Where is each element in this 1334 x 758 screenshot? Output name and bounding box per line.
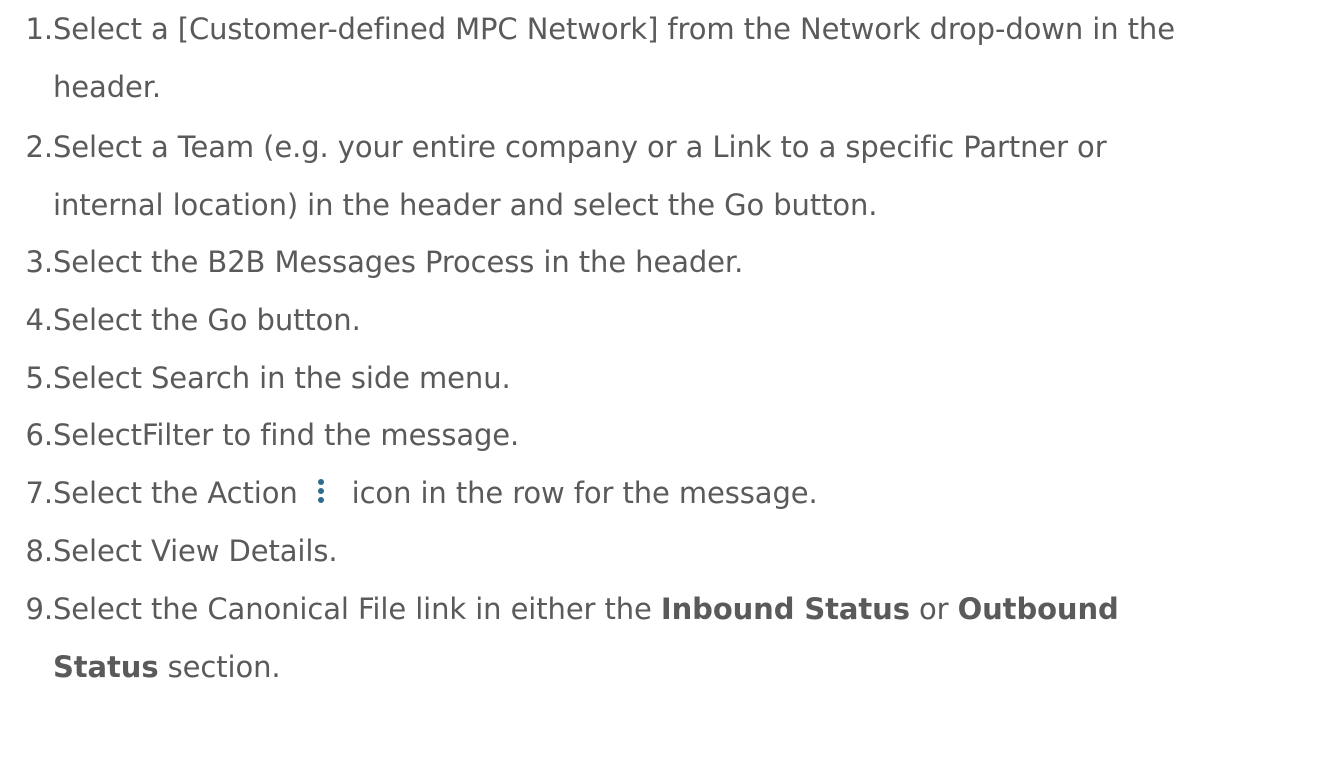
step-7: 7. Select the Action icon in the row for … <box>0 464 818 522</box>
step-text-line: Select a [Customer-defined MPC Network] … <box>53 12 1175 46</box>
step-text-line: SelectFilter to find the message. <box>53 418 520 452</box>
outbound-label: Outbound <box>957 592 1119 626</box>
step-text: Select the Canonical File link in either… <box>53 580 1119 696</box>
step-text: SelectFilter to find the message. <box>53 406 519 464</box>
step-2: 2. Select a Team (e.g. your entire compa… <box>0 118 1107 234</box>
step-number: 5. <box>25 361 54 395</box>
step-3: 3. Select the B2B Messages Process in th… <box>0 233 744 291</box>
inbound-status-label: Inbound Status <box>660 592 910 626</box>
step-number: 8. <box>25 534 54 568</box>
step-number: 4. <box>25 303 54 337</box>
step-1: 1. Select a [Customer-defined MPC Networ… <box>0 0 1176 116</box>
step-text-line: Select a Team (e.g. your entire company … <box>53 130 1107 164</box>
step-9: 9. Select the Canonical File link in eit… <box>0 580 1119 696</box>
step-text-line: internal location) in the header and sel… <box>53 188 878 222</box>
step-text: Select the B2B Messages Process in the h… <box>53 233 743 291</box>
step-number: 1. <box>25 12 54 46</box>
step-text-line: Select the Go button. <box>53 303 361 337</box>
step-text: Select a Team (e.g. your entire company … <box>53 118 1107 234</box>
step-text-line: Select the Action icon in the row for the… <box>53 464 818 522</box>
status-label: Status <box>53 650 159 684</box>
step-text: Select the Go button. <box>53 291 361 349</box>
step-number: 3. <box>25 245 54 279</box>
step-text: Select Search in the side menu. <box>53 349 511 407</box>
step-number: 9. <box>25 592 54 626</box>
step-text-before-icon: Select the Action <box>53 476 298 510</box>
step-4: 4. Select the Go button. <box>0 291 361 349</box>
step-text-part: Select the Canonical File link in either… <box>53 592 661 626</box>
step-text-line: header. <box>53 70 162 104</box>
step-text-line: Select Search in the side menu. <box>53 361 511 395</box>
step-number: 7. <box>25 476 54 510</box>
step-text: Select View Details. <box>53 522 338 580</box>
step-text-part: or <box>909 592 958 626</box>
step-text-line: Status section. <box>53 638 1119 696</box>
step-text: Select a [Customer-defined MPC Network] … <box>53 0 1175 116</box>
step-5: 5. Select Search in the side menu. <box>0 349 511 407</box>
step-text: Select the Action icon in the row for the… <box>53 464 818 522</box>
step-text-after-icon: icon in the row for the message. <box>351 476 818 510</box>
step-text-line: Select View Details. <box>53 534 338 568</box>
step-number: 2. <box>25 130 54 164</box>
vertical-ellipsis-icon <box>314 477 328 507</box>
step-text-line: Select the Canonical File link in either… <box>53 580 1119 638</box>
step-6: 6. SelectFilter to find the message. <box>0 406 520 464</box>
step-text-line: Select the B2B Messages Process in the h… <box>53 245 744 279</box>
step-text-part: section. <box>158 650 281 684</box>
step-8: 8. Select View Details. <box>0 522 338 580</box>
step-number: 6. <box>25 418 54 452</box>
